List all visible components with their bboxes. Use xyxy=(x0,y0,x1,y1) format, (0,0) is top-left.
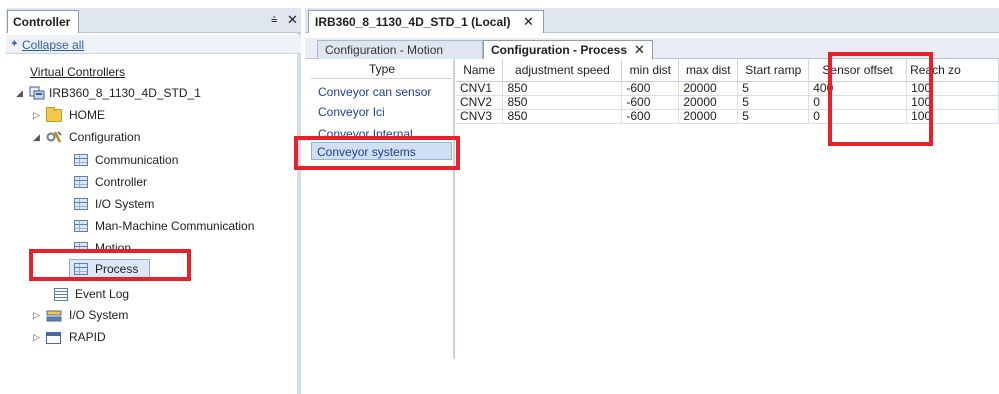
document-tab-label: IRB360_8_1130_4D_STD_1 (Local) xyxy=(315,15,511,29)
virtual-controllers-label: Virtual Controllers xyxy=(30,65,126,79)
folder-icon xyxy=(46,107,62,122)
tree-home[interactable]: ▷ HOME xyxy=(33,105,233,125)
table-icon xyxy=(74,220,88,232)
type-column-header[interactable]: Type xyxy=(311,59,453,79)
man-machine-label: Man-Machine Communication xyxy=(95,219,255,233)
document-tab[interactable]: IRB360_8_1130_4D_STD_1 (Local) ✕ xyxy=(308,10,544,33)
collapsed-arrow-icon[interactable]: ▷ xyxy=(33,327,43,347)
type-item[interactable]: Conveyor Internal xyxy=(313,123,449,136)
pin-icon[interactable]: ⩮ xyxy=(271,14,283,26)
column-header[interactable]: max dist xyxy=(678,59,739,82)
bottom-area xyxy=(305,360,999,394)
document-tabstrip: IRB360_8_1130_4D_STD_1 (Local) ✕ xyxy=(305,8,999,33)
highlight-box-sensor-offset xyxy=(828,52,933,146)
tab-configuration-motion[interactable]: Configuration - Motion xyxy=(317,40,483,59)
type-item[interactable]: Conveyor Ici xyxy=(313,103,449,121)
controller-tab[interactable]: Controller xyxy=(7,10,79,33)
type-item[interactable]: Conveyor can sensor xyxy=(313,83,449,101)
io-system-icon xyxy=(46,310,62,322)
tree-man-machine[interactable]: Man-Machine Communication xyxy=(74,216,299,236)
tree-controller-config[interactable]: Controller xyxy=(74,172,294,192)
column-header[interactable]: min dist xyxy=(621,59,680,82)
rapid-icon xyxy=(46,332,61,344)
table-cell[interactable]: -600 xyxy=(621,95,680,110)
tab-configuration-process[interactable]: Configuration - Process ✕ xyxy=(483,40,653,59)
app-window: Controller ⩮ ✕ ⯌ Collapse all Virtual Co… xyxy=(0,0,999,394)
home-label: HOME xyxy=(69,108,105,122)
collapsed-arrow-icon[interactable]: ▷ xyxy=(33,305,43,325)
controller-label: IRB360_8_1130_4D_STD_1 xyxy=(49,86,201,100)
communication-label: Communication xyxy=(95,153,179,167)
event-log-label: Event Log xyxy=(75,287,130,301)
column-header[interactable]: Start ramp xyxy=(737,59,810,82)
table-cell[interactable]: 850 xyxy=(502,81,623,96)
table-cell[interactable]: CNV1 xyxy=(456,81,504,96)
expanded-arrow-icon[interactable]: ◢ xyxy=(33,127,43,147)
table-icon xyxy=(74,176,88,188)
table-icon xyxy=(74,198,88,210)
close-icon[interactable]: ✕ xyxy=(523,14,534,30)
controller-config-label: Controller xyxy=(95,175,148,189)
tree-event-log[interactable]: Event Log xyxy=(54,284,254,304)
table-cell[interactable]: 850 xyxy=(502,109,623,124)
table-cell[interactable]: -600 xyxy=(621,109,680,124)
expanded-arrow-icon[interactable]: ◢ xyxy=(16,83,26,103)
table-cell[interactable]: 850 xyxy=(502,95,623,110)
type-list-pane: Type Conveyor can sensor Conveyor Ici Co… xyxy=(311,59,455,359)
highlight-box-conveyor-systems xyxy=(294,136,460,170)
table-cell[interactable]: 5 xyxy=(737,95,810,110)
configuration-label: Configuration xyxy=(69,130,141,144)
column-header[interactable]: adjustment speed xyxy=(502,59,623,82)
tree-controller[interactable]: ◢ IRB360_8_1130_4D_STD_1 xyxy=(16,83,276,103)
highlight-box-process xyxy=(29,249,191,281)
event-log-icon xyxy=(54,288,68,301)
column-header[interactable]: Name xyxy=(456,59,504,82)
table-cell[interactable]: 20000 xyxy=(678,81,739,96)
rapid-label: RAPID xyxy=(69,330,106,344)
table-cell[interactable]: 20000 xyxy=(678,109,739,124)
table-cell[interactable]: CNV2 xyxy=(456,95,504,110)
io-system-config-label: I/O System xyxy=(95,197,155,211)
table-cell[interactable]: -600 xyxy=(621,81,680,96)
table-cell[interactable]: 20000 xyxy=(678,95,739,110)
tree-communication[interactable]: Communication xyxy=(74,150,294,170)
controller-pane: Controller ⩮ ✕ ⯌ Collapse all Virtual Co… xyxy=(6,8,301,394)
configuration-icon xyxy=(46,131,62,143)
tree-io-system[interactable]: ▷ I/O System xyxy=(33,305,233,325)
table-icon xyxy=(74,154,88,166)
controller-pane-tabstrip: Controller ⩮ ✕ xyxy=(6,8,301,33)
controller-icon xyxy=(29,86,45,100)
table-cell[interactable]: 5 xyxy=(737,109,810,124)
tree-rapid[interactable]: ▷ RAPID xyxy=(33,327,233,347)
tab-label: Configuration - Motion xyxy=(325,43,444,57)
tree-io-system-config[interactable]: I/O System xyxy=(74,194,294,214)
tab-label: Configuration - Process xyxy=(491,43,628,57)
collapsed-arrow-icon[interactable]: ▷ xyxy=(33,105,43,125)
close-pane-icon[interactable]: ✕ xyxy=(287,13,299,27)
tree-configuration[interactable]: ◢ Configuration xyxy=(33,127,233,147)
collapse-bar: ⯌ Collapse all xyxy=(6,35,301,54)
table-cell[interactable]: CNV3 xyxy=(456,109,504,124)
io-system-label: I/O System xyxy=(69,308,129,322)
collapse-all-link[interactable]: Collapse all xyxy=(22,38,84,52)
close-icon[interactable]: ✕ xyxy=(634,42,645,58)
table-cell[interactable]: 5 xyxy=(737,81,810,96)
collapse-chevron-icon: ⯌ xyxy=(11,38,19,48)
